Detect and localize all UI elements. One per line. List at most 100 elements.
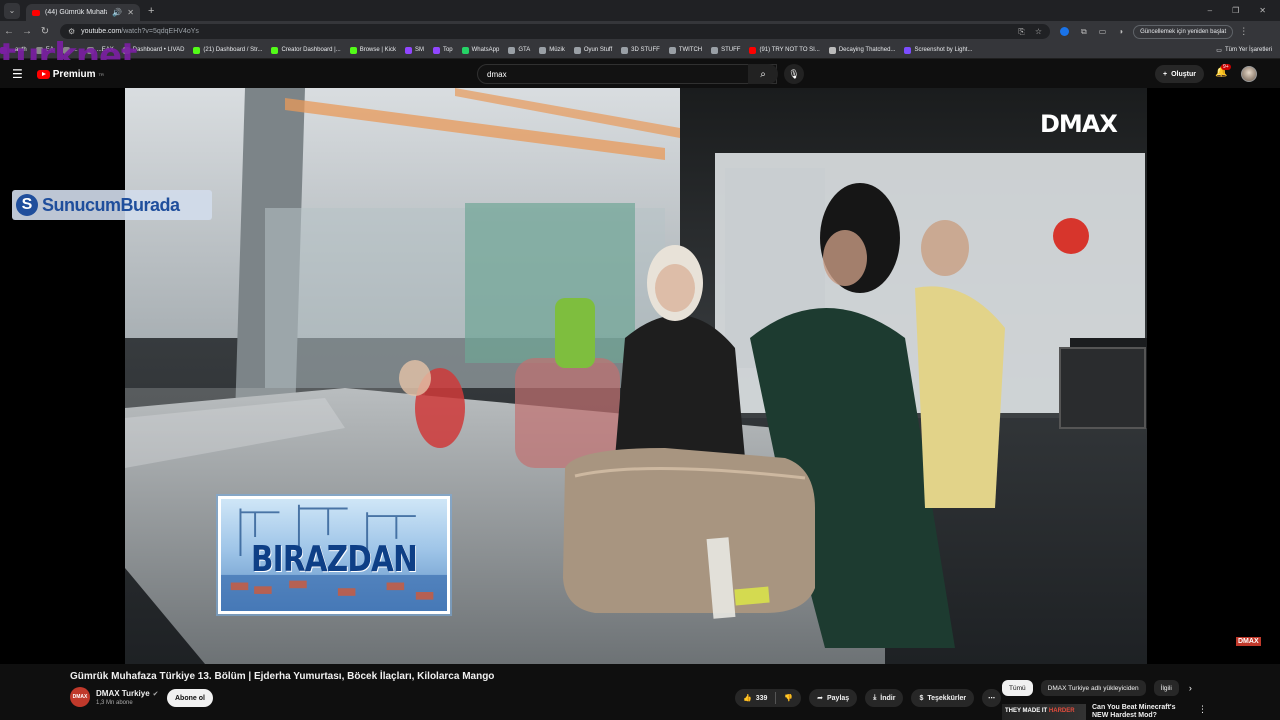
- chip-all[interactable]: Tümü: [1002, 680, 1033, 696]
- speaker-icon[interactable]: 🔊: [112, 8, 122, 17]
- bookmark-favicon-icon: [432, 46, 440, 54]
- bookmark-label: (91) TRY NOT TO SI...: [759, 47, 820, 53]
- bookmark-label: Decaying Thatched...: [838, 47, 896, 53]
- account-avatar[interactable]: [1241, 66, 1257, 82]
- bookmark-favicon-icon: [404, 46, 412, 54]
- extension-icon[interactable]: [1060, 27, 1069, 36]
- search-input[interactable]: dmax ✕: [477, 64, 777, 84]
- subscribe-button[interactable]: Abone ol: [167, 689, 213, 707]
- bookmark-item[interactable]: SM: [404, 46, 424, 54]
- bookmark-label: Oyun Stuff: [583, 47, 613, 53]
- search-icon[interactable]: ⌕: [748, 64, 778, 84]
- chevron-right-icon[interactable]: ›: [1189, 683, 1192, 693]
- notification-badge: 9+: [1221, 64, 1231, 70]
- recommended-video[interactable]: THEY MADE IT HARDER Can You Beat Minecra…: [1002, 704, 1207, 720]
- minimize-icon[interactable]: –: [1208, 6, 1212, 15]
- site-info-icon[interactable]: ⚙: [68, 27, 75, 36]
- thanks-button[interactable]: $ Teşekkürler: [911, 689, 975, 707]
- create-button[interactable]: + Oluştur: [1155, 65, 1204, 83]
- corner-logo: DMAX: [1236, 637, 1261, 646]
- bookmark-label: Screenshot by Light...: [914, 47, 973, 53]
- like-count[interactable]: 339: [756, 695, 768, 702]
- bookmark-item[interactable]: Browse | Kick: [349, 46, 396, 54]
- window-controls: – ❐ ✕: [1208, 6, 1266, 15]
- bookmark-item[interactable]: Oyun Stuff: [573, 46, 613, 54]
- new-tab-icon[interactable]: +: [148, 5, 154, 17]
- bookmark-item[interactable]: STUFF: [711, 46, 741, 54]
- recommended-menu-icon[interactable]: ⋮: [1198, 704, 1207, 720]
- chip-from-uploader[interactable]: DMAX Turkiye adlı yükleyiciden: [1040, 680, 1146, 696]
- address-bar[interactable]: ⚙ youtube.com/watch?v=5qdqEHV4oYs ⎘ ☆: [60, 24, 1050, 39]
- maximize-icon[interactable]: ❐: [1232, 6, 1239, 15]
- bookmark-item[interactable]: Decaying Thatched...: [828, 46, 896, 54]
- bookmark-favicon-icon: [828, 46, 836, 54]
- bookmark-label: 3D STUFF: [631, 47, 660, 53]
- coming-up-promo: BIRAZDAN: [218, 496, 450, 614]
- microphone-icon[interactable]: 🎙: [784, 64, 804, 84]
- url-text: youtube.com/watch?v=5qdqEHV4oYs: [81, 28, 199, 35]
- browser-tabbar: ⌄ (44) Gümrük Muhafaza Türk... 🔊 ✕ + – ❐…: [0, 0, 1280, 21]
- more-actions-icon[interactable]: ⋯: [982, 689, 1002, 707]
- sidebar-icon[interactable]: ▭: [1099, 27, 1107, 36]
- profile-icon[interactable]: ◑: [1118, 27, 1123, 36]
- close-window-icon[interactable]: ✕: [1259, 6, 1266, 15]
- bookmark-item[interactable]: 3D STUFF: [621, 46, 660, 54]
- youtube-logo[interactable]: Premium TR: [36, 69, 104, 80]
- channel-name[interactable]: DMAX Turkiye ✔: [96, 689, 159, 698]
- thanks-label: Teşekkürler: [927, 694, 967, 702]
- bookmark-label: Müzik: [549, 47, 565, 53]
- logo-country: TR: [98, 71, 104, 77]
- bookmark-item[interactable]: Screenshot by Light...: [904, 46, 973, 54]
- dislike-icon[interactable]: 👎: [784, 694, 793, 702]
- bookmark-favicon-icon: [573, 46, 581, 54]
- notifications-icon[interactable]: 🔔 9+: [1215, 64, 1231, 78]
- verified-icon: ✔: [152, 690, 159, 698]
- bookmark-favicon-icon: [461, 46, 469, 54]
- video-player[interactable]: S SunucumBurada DMAX BIRAZDAN DMAX: [0, 88, 1280, 664]
- bookmark-item[interactable]: Creator Dashboard |...: [271, 46, 341, 54]
- bookmark-label: (21) Dashboard / Str...: [203, 47, 263, 53]
- video-title: Gümrük Muhafaza Türkiye 13. Bölüm | Ejde…: [70, 671, 495, 682]
- thanks-icon: $: [919, 694, 924, 702]
- bookmark-item[interactable]: (21) Dashboard / Str...: [193, 46, 263, 54]
- bookmark-favicon-icon: [904, 46, 912, 54]
- bookmark-item[interactable]: TWITCH: [668, 46, 702, 54]
- channel-avatar[interactable]: DMAX: [70, 687, 90, 707]
- bookmark-label: STUFF: [721, 47, 741, 53]
- update-button[interactable]: Güncellemek için yeniden başlat: [1133, 24, 1234, 39]
- sponsor-logo-icon: S: [16, 194, 38, 216]
- browser-menu-icon[interactable]: ⋮: [1239, 26, 1248, 37]
- bookmark-label: Browse | Kick: [359, 47, 396, 53]
- channel-name-text: DMAX Turkiye: [96, 689, 150, 698]
- bookmark-item[interactable]: Müzik: [539, 46, 565, 54]
- extensions-area: ⧉ ▭ ◑: [1060, 27, 1123, 37]
- all-bookmarks[interactable]: ▭ Tüm Yer İşaretleri: [1216, 47, 1272, 54]
- bookmark-item[interactable]: (91) TRY NOT TO SI...: [749, 46, 820, 54]
- bookmark-label: Creator Dashboard |...: [281, 47, 341, 53]
- sponsor-text-part2: Burada: [120, 194, 181, 215]
- browser-tab[interactable]: (44) Gümrük Muhafaza Türk... 🔊 ✕: [26, 4, 140, 21]
- youtube-masthead: ☰ PremiumTR dmax ✕ ⌕ 🎙 + Oluştur 🔔9+: [0, 60, 1280, 88]
- extensions-puzzle-icon[interactable]: ⧉: [1081, 27, 1087, 37]
- bookmark-item[interactable]: Top: [432, 46, 453, 54]
- like-icon[interactable]: 👍: [743, 694, 752, 702]
- recommended-title[interactable]: Can You Beat Minecraft's NEW Hardest Mod…: [1092, 704, 1192, 720]
- bookmark-favicon-icon: [621, 46, 629, 54]
- share-button[interactable]: ➦ Paylaş: [809, 689, 858, 707]
- recommended-thumbnail[interactable]: THEY MADE IT HARDER: [1002, 704, 1086, 720]
- bookmark-favicon-icon: [508, 46, 516, 54]
- chip-related[interactable]: İlgili: [1153, 680, 1179, 696]
- bookmark-favicon-icon: [539, 46, 547, 54]
- bookmark-item[interactable]: GTA: [508, 46, 530, 54]
- thumb-text-b: HARDER: [1048, 708, 1075, 714]
- bookmark-label: WhatsApp: [471, 47, 500, 53]
- guide-menu-icon[interactable]: ☰: [12, 67, 23, 81]
- cast-icon[interactable]: ⎘: [1018, 27, 1024, 37]
- bookmark-label: SM: [414, 47, 424, 53]
- download-button[interactable]: ⤓ İndir: [865, 689, 904, 707]
- tab-search-icon[interactable]: ⌄: [4, 2, 20, 19]
- bookmark-item[interactable]: WhatsApp: [461, 46, 500, 54]
- bookmark-star-icon[interactable]: ☆: [1035, 27, 1042, 37]
- close-tab-icon[interactable]: ✕: [127, 8, 134, 17]
- sponsor-text: SunucumBurada: [42, 195, 180, 216]
